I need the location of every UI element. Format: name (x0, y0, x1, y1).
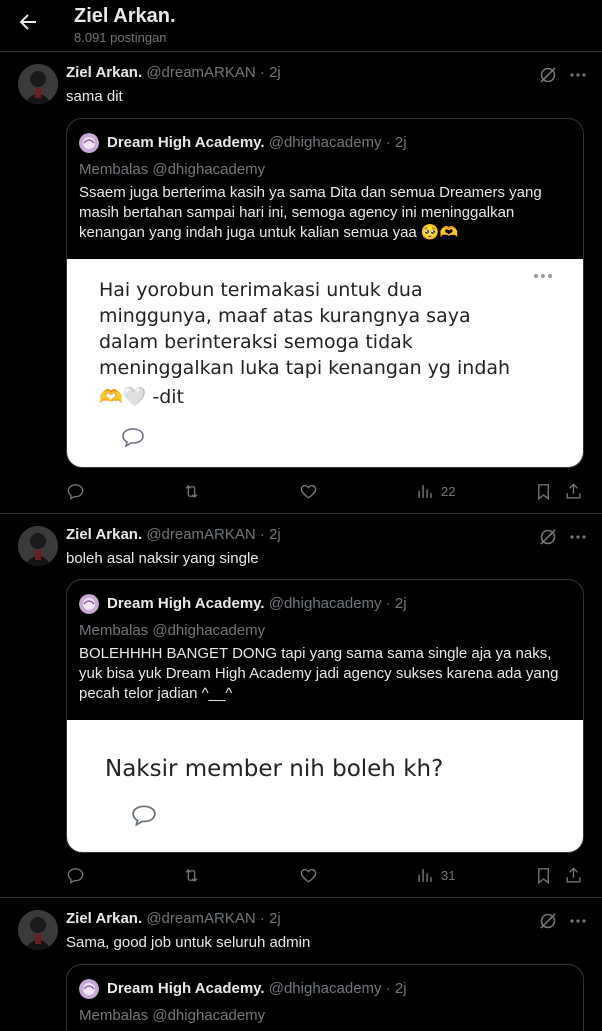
quote-text: BOLEHHHH BANGET DONG tapi yang sama sama… (79, 645, 559, 702)
quoted-post[interactable]: Dream High Academy. @dhighacademy · 2j M… (66, 579, 584, 853)
like-button[interactable] (299, 480, 318, 502)
post[interactable]: Ziel Arkan. @dreamARKAN · 2j boleh asal … (0, 514, 602, 898)
post-time[interactable]: · 2j (260, 526, 281, 543)
quote-text: Ssaem juga berterima kasih ya sama Dita … (79, 184, 542, 241)
views-button[interactable]: 22 (416, 480, 455, 502)
quote-avatar (79, 133, 99, 153)
profile-title: Ziel Arkan. (74, 5, 176, 27)
post[interactable]: Ziel Arkan. @dreamARKAN · 2j sama dit Dr… (0, 52, 602, 514)
quote-image[interactable]: Hai yorobun terimakasi untuk dua minggun… (67, 259, 583, 467)
bookmark-icon (538, 867, 549, 884)
quote-author-handle[interactable]: @dhighacademy (269, 134, 382, 151)
like-icon (300, 484, 317, 499)
reply-context: Membalas @dhighacademy (79, 622, 266, 639)
more-horizontal-icon (533, 271, 553, 281)
bookmark-button[interactable] (534, 480, 553, 502)
top-header: Ziel Arkan. 8.091 postingan (0, 0, 602, 52)
post-meta: Ziel Arkan. @dreamARKAN · 2j (66, 64, 281, 81)
post-text: Sama, good job untuk seluruh admin (66, 934, 311, 951)
post-meta: Ziel Arkan. @dreamARKAN · 2j (66, 526, 281, 543)
reply-context: Membalas @dhighacademy (79, 161, 266, 178)
retweet-icon (185, 868, 198, 882)
quote-author-name[interactable]: Dream High Academy. (107, 134, 265, 151)
quote-time: · 2j (385, 595, 407, 612)
post-meta: Ziel Arkan. @dreamARKAN · 2j (66, 910, 281, 927)
post[interactable]: Ziel Arkan. @dreamARKAN · 2j Sama, good … (0, 898, 602, 1031)
retweet-icon (185, 484, 198, 498)
views-count: 22 (441, 483, 456, 499)
grok-icon[interactable] (538, 65, 558, 85)
share-button[interactable] (564, 864, 583, 886)
quoted-post[interactable]: Dream High Academy. @dhighacademy · 2j M… (66, 118, 584, 468)
post-text: boleh asal naksir yang single (66, 550, 259, 567)
views-button[interactable]: 31 (416, 864, 455, 886)
quote-meta: Dream High Academy. @dhighacademy · 2j (107, 134, 407, 151)
share-icon (566, 482, 581, 499)
action-bar: 31 (66, 864, 588, 886)
avatar[interactable] (18, 526, 58, 566)
reply-icon (67, 867, 84, 884)
retweet-button[interactable] (182, 864, 201, 886)
reply-context: Membalas @dhighacademy (79, 1007, 266, 1024)
quote-author-name[interactable]: Dream High Academy. (107, 595, 265, 612)
author-handle[interactable]: @dreamARKAN (146, 64, 255, 81)
quote-time: · 2j (385, 134, 407, 151)
share-icon (566, 866, 581, 883)
more-horizontal-icon[interactable] (568, 65, 588, 85)
comment-icon (121, 427, 145, 447)
quote-avatar (79, 979, 99, 999)
quote-author-name[interactable]: Dream High Academy. (107, 980, 265, 997)
reply-icon (67, 483, 84, 500)
quoted-post[interactable]: Dream High Academy. @dhighacademy · 2j M… (66, 964, 584, 1031)
like-icon (300, 868, 317, 883)
like-button[interactable] (299, 864, 318, 886)
image-text-line: 🫶🤍 -dit (99, 386, 184, 408)
image-text-line: minggunya, maaf atas kurangnya saya (99, 305, 471, 327)
post-text: sama dit (66, 88, 123, 105)
author-handle[interactable]: @dreamARKAN (146, 910, 255, 927)
quote-author-handle[interactable]: @dhighacademy (269, 595, 382, 612)
views-icon (418, 484, 432, 498)
author-name[interactable]: Ziel Arkan. (66, 64, 142, 81)
author-name[interactable]: Ziel Arkan. (66, 526, 142, 543)
bookmark-button[interactable] (534, 864, 553, 886)
action-bar: 22 (66, 480, 588, 502)
image-text-line: Naksir member nih boleh kh? (105, 756, 444, 782)
more-horizontal-icon[interactable] (568, 911, 588, 931)
arrow-left-icon[interactable] (16, 10, 40, 34)
author-handle[interactable]: @dreamARKAN (146, 526, 255, 543)
share-button[interactable] (564, 480, 583, 502)
comment-icon (131, 804, 157, 826)
quote-image[interactable]: Naksir member nih boleh kh? (67, 720, 583, 852)
grok-icon[interactable] (538, 911, 558, 931)
post-time[interactable]: · 2j (260, 64, 281, 81)
bookmark-icon (538, 483, 549, 500)
avatar[interactable] (18, 64, 58, 104)
post-count: 8.091 postingan (74, 30, 167, 45)
author-name[interactable]: Ziel Arkan. (66, 910, 142, 927)
grok-icon[interactable] (538, 527, 558, 547)
reply-button[interactable] (66, 480, 85, 502)
quote-meta: Dream High Academy. @dhighacademy · 2j (107, 595, 407, 612)
quote-meta: Dream High Academy. @dhighacademy · 2j (107, 980, 407, 997)
quote-time: · 2j (385, 980, 407, 997)
reply-button[interactable] (66, 864, 85, 886)
views-icon (418, 868, 432, 882)
post-time[interactable]: · 2j (260, 910, 281, 927)
image-text-line: Hai yorobun terimakasi untuk dua (99, 279, 423, 301)
retweet-button[interactable] (182, 480, 201, 502)
more-horizontal-icon[interactable] (568, 527, 588, 547)
image-text-line: dalam berinteraksi semoga tidak (99, 331, 413, 353)
quote-avatar (79, 594, 99, 614)
views-count: 31 (441, 867, 456, 883)
image-text-line: meninggalkan luka tapi kenangan yg indah (99, 357, 511, 379)
quote-author-handle[interactable]: @dhighacademy (269, 980, 382, 997)
avatar[interactable] (18, 910, 58, 950)
